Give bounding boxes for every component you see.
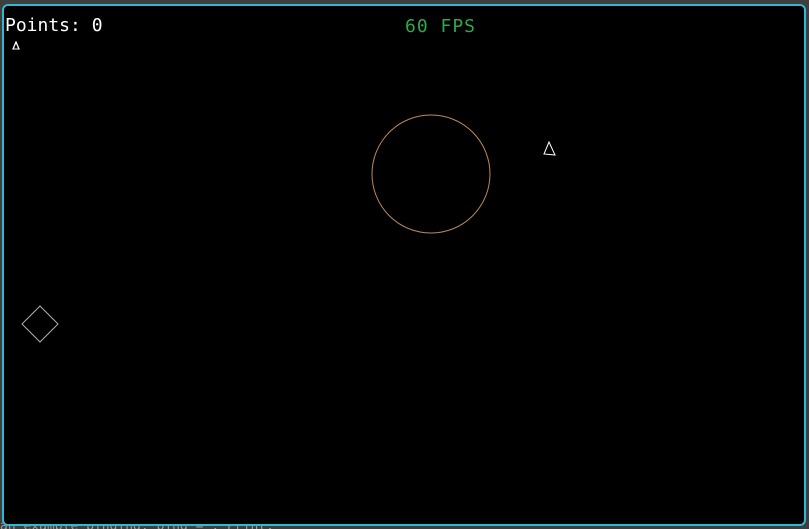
game-canvas[interactable]: Points: 0 60 FPS (2, 4, 806, 526)
game-scene (21, 114, 556, 343)
player-ship (543, 140, 556, 156)
fps-counter: 60 FPS (405, 16, 477, 37)
score-display: Points: 0 (5, 15, 103, 36)
enemy-diamond (21, 305, 59, 343)
ship-life-icon (12, 41, 20, 50)
asteroid (371, 114, 491, 234)
